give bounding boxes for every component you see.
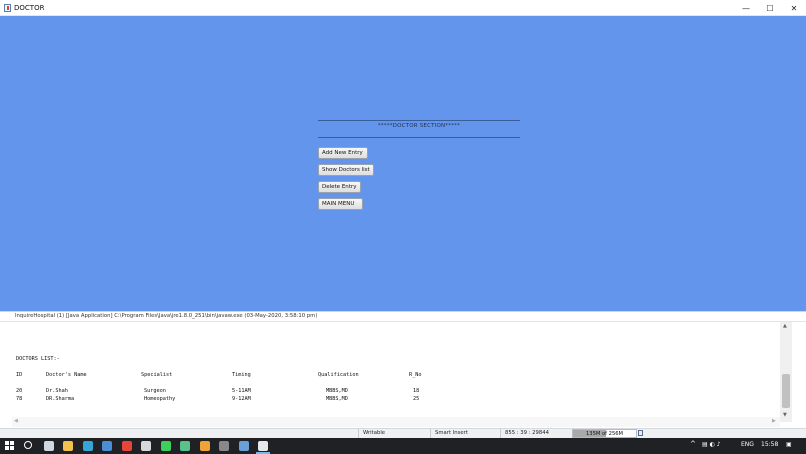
vertical-scrollbar[interactable]: ▲ ▼ bbox=[780, 322, 792, 422]
edge-icon[interactable] bbox=[82, 441, 93, 451]
scroll-down-icon[interactable]: ▼ bbox=[783, 412, 787, 418]
section-title: *****DOCTOR SECTION***** bbox=[377, 123, 461, 129]
insert-mode-status: Smart Insert bbox=[435, 430, 468, 436]
row-1-id: 20 bbox=[16, 388, 23, 394]
media-icon[interactable] bbox=[238, 441, 249, 451]
close-button[interactable]: ✕ bbox=[782, 0, 806, 16]
file-explorer-icon[interactable] bbox=[63, 441, 73, 451]
row-1-timing: 5-11AM bbox=[232, 388, 251, 394]
row-2-qualification: MBBS,MD bbox=[326, 396, 348, 402]
search-icon[interactable] bbox=[24, 441, 32, 449]
heap-status-text: 135M of 256M bbox=[585, 431, 624, 437]
cursor-position-status: 855 : 39 : 29844 bbox=[505, 430, 550, 436]
column-header-specialist: Specialist bbox=[141, 372, 173, 378]
row-2-timing: 9-12AM bbox=[232, 396, 251, 402]
add-new-entry-button[interactable]: Add New Entry bbox=[318, 147, 368, 159]
console-output[interactable]: DOCTORS LIST:- ID Doctor's Name Speciali… bbox=[16, 326, 776, 422]
store-icon[interactable] bbox=[141, 441, 151, 451]
doctors-list-title: DOCTORS LIST:- bbox=[16, 356, 60, 362]
windows-taskbar: ^ ▤ ◐ ♪ ENG 15:58 ▣ bbox=[0, 438, 806, 454]
console-divider bbox=[0, 321, 806, 322]
notification-icon[interactable]: ▣ bbox=[786, 441, 792, 448]
refresh-icon[interactable] bbox=[180, 441, 190, 451]
console-header: InquireHospital (1) [Java Application] C… bbox=[15, 313, 318, 319]
row-1-name: Dr.Shah bbox=[46, 388, 68, 394]
status-separator bbox=[430, 429, 431, 438]
task-view-icon[interactable] bbox=[43, 441, 54, 451]
whatsapp-icon[interactable] bbox=[160, 441, 171, 451]
eclipse-icon[interactable] bbox=[199, 441, 210, 451]
title-bar: DOCTOR — ☐ ✕ bbox=[0, 0, 806, 16]
main-menu-button[interactable]: MAIN MENU bbox=[318, 198, 363, 210]
status-separator bbox=[358, 429, 359, 438]
row-2-id: 78 bbox=[16, 396, 23, 402]
delete-entry-button[interactable]: Delete Entry bbox=[318, 181, 361, 193]
horizontal-scrollbar[interactable]: ◀ ▶ bbox=[12, 417, 780, 427]
start-button[interactable] bbox=[5, 441, 14, 450]
vertical-scroll-thumb[interactable] bbox=[782, 374, 790, 408]
show-doctors-list-button[interactable]: Show Doctors list bbox=[318, 164, 374, 176]
row-2-specialist: Homeopathy bbox=[144, 396, 176, 402]
tray-system-icons[interactable]: ▤ ◐ ♪ bbox=[702, 441, 721, 448]
console-view: InquireHospital (1) [Java Application] C… bbox=[0, 311, 806, 428]
bottom-separator bbox=[318, 137, 520, 138]
column-header-name: Doctor's Name bbox=[46, 372, 87, 378]
maximize-button[interactable]: ☐ bbox=[758, 0, 782, 16]
status-separator bbox=[500, 429, 501, 438]
row-1-qualification: MBBS,MD bbox=[326, 388, 348, 394]
minimize-button[interactable]: — bbox=[734, 0, 758, 16]
java-app-icon bbox=[4, 4, 11, 12]
taskbar-clock[interactable]: 15:58 bbox=[761, 441, 778, 448]
top-separator bbox=[318, 120, 520, 121]
heap-status-bar[interactable]: 135M of 256M bbox=[572, 429, 637, 438]
doctor-section-panel: *****DOCTOR SECTION***** Add New Entry S… bbox=[0, 16, 806, 311]
column-header-timing: Timing bbox=[232, 372, 251, 378]
chrome-icon[interactable] bbox=[121, 441, 132, 451]
mail-icon[interactable] bbox=[102, 441, 112, 451]
tray-chevron-icon[interactable]: ^ bbox=[690, 440, 696, 448]
scroll-left-icon[interactable]: ◀ bbox=[14, 418, 18, 424]
java-app-icon[interactable] bbox=[258, 441, 268, 451]
row-1-rno: 18 bbox=[413, 388, 420, 394]
scroll-up-icon[interactable]: ▲ bbox=[783, 323, 787, 329]
writable-status: Writable bbox=[363, 430, 386, 436]
status-bar: Writable Smart Insert 855 : 39 : 29844 1… bbox=[0, 428, 806, 438]
row-2-name: DR.Sharma bbox=[46, 396, 75, 402]
language-indicator[interactable]: ENG bbox=[741, 441, 754, 448]
column-header-qualification: Qualification bbox=[318, 372, 359, 378]
row-1-specialist: Surgeon bbox=[144, 388, 166, 394]
row-2-rno: 25 bbox=[413, 396, 420, 402]
window-title: DOCTOR bbox=[14, 4, 45, 12]
scroll-right-icon[interactable]: ▶ bbox=[772, 418, 776, 424]
column-header-id: ID bbox=[16, 372, 23, 378]
column-header-rno: R_No bbox=[409, 372, 422, 378]
garbage-collect-icon[interactable] bbox=[638, 430, 643, 436]
terminal-icon[interactable] bbox=[219, 441, 229, 451]
